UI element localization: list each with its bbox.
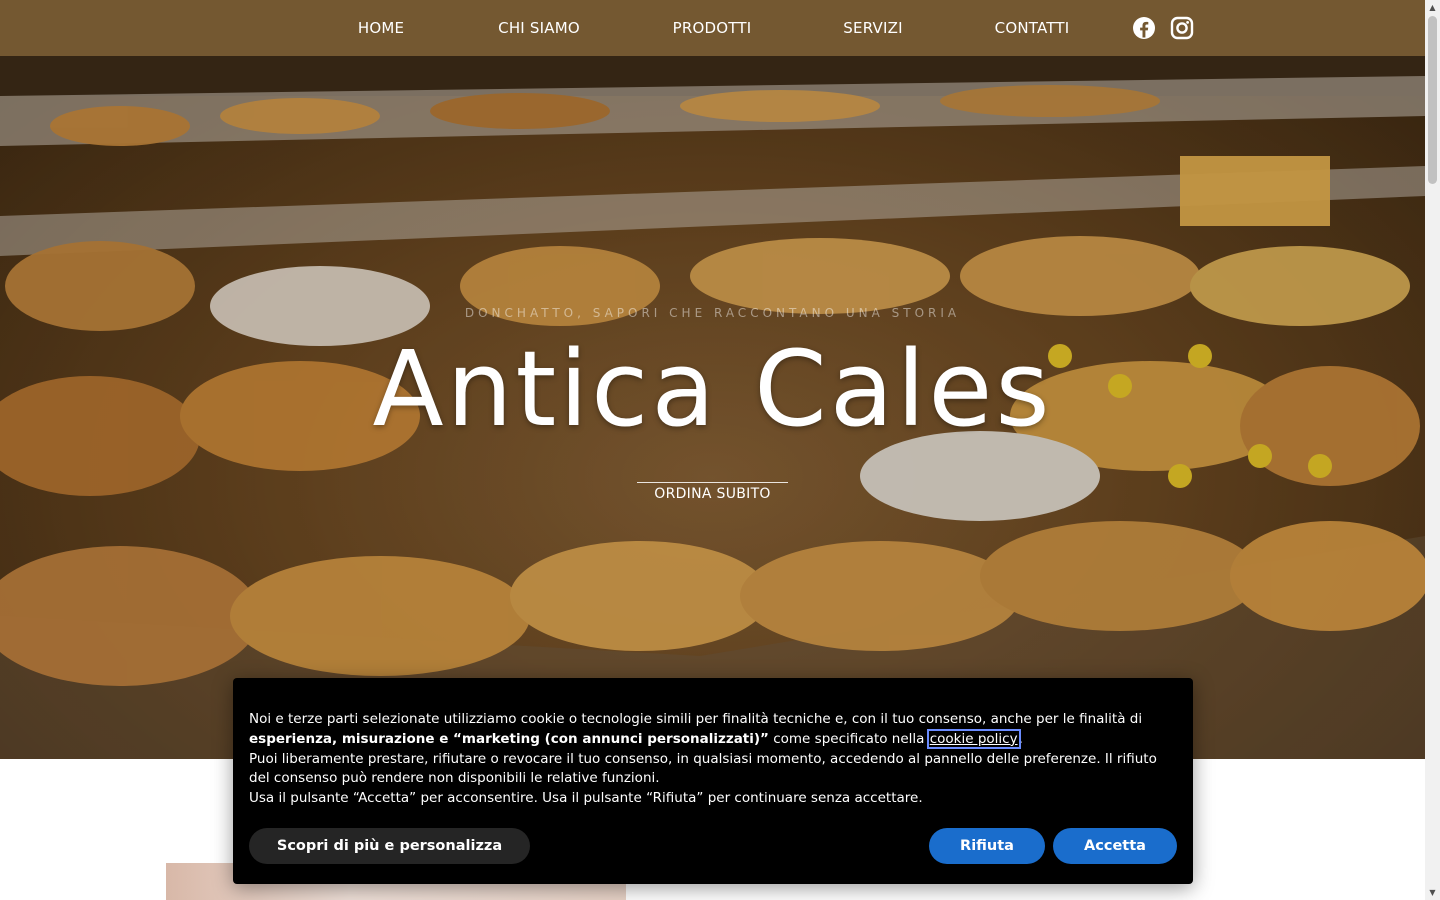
scroll-up-arrow-icon[interactable]: ▲ <box>1425 0 1440 15</box>
cookie-mid-text: come specificato nella <box>768 730 929 747</box>
nav-home[interactable]: HOME <box>358 0 404 56</box>
instagram-icon[interactable] <box>1170 16 1194 40</box>
hero-tagline: DONCHATTO, SAPORI CHE RACCONTANO UNA STO… <box>464 306 961 320</box>
hero-banner: DONCHATTO, SAPORI CHE RACCONTANO UNA STO… <box>0 56 1425 759</box>
cookie-bold-purposes: esperienza, misurazione e “marketing (co… <box>249 730 769 747</box>
learn-more-customize-button[interactable]: Scopri di più e personalizza <box>249 828 530 864</box>
cookie-consent-banner: Noi e terze parti selezionate utilizziam… <box>233 678 1193 884</box>
cookie-paragraph-3: Usa il pulsante “Accetta” per acconsenti… <box>249 790 923 807</box>
top-navbar: HOME CHI SIAMO PRODOTTI SERVIZI CONTATTI <box>0 0 1425 56</box>
order-now-link[interactable]: ORDINA SUBITO <box>637 486 788 502</box>
page-scrollbar[interactable]: ▲ ▼ <box>1425 0 1440 900</box>
nav-servizi[interactable]: SERVIZI <box>843 0 902 56</box>
hero-divider <box>637 482 788 483</box>
scroll-down-arrow-icon[interactable]: ▼ <box>1425 885 1440 900</box>
cookie-paragraph-1: Noi e terze parti selezionate utilizziam… <box>249 710 1179 750</box>
cookie-text: Noi e terze parti selezionate utilizziam… <box>249 710 1179 809</box>
accept-button[interactable]: Accetta <box>1053 828 1177 864</box>
facebook-icon[interactable] <box>1132 16 1156 40</box>
reject-button[interactable]: Rifiuta <box>929 828 1045 864</box>
nav-chi-siamo[interactable]: CHI SIAMO <box>498 0 580 56</box>
nav-prodotti[interactable]: PRODOTTI <box>673 0 752 56</box>
cookie-paragraph-2: Puoi liberamente prestare, rifiutare o r… <box>249 750 1157 787</box>
nav-contatti[interactable]: CONTATTI <box>995 0 1070 56</box>
cookie-line-1: Noi e terze parti selezionate utilizziam… <box>249 711 1143 727</box>
cookie-dot: . <box>1018 730 1023 747</box>
hero-title: Antica Cales <box>372 328 1053 450</box>
cookie-policy-link[interactable]: cookie policy <box>926 728 1021 749</box>
scrollbar-thumb[interactable] <box>1428 16 1437 184</box>
